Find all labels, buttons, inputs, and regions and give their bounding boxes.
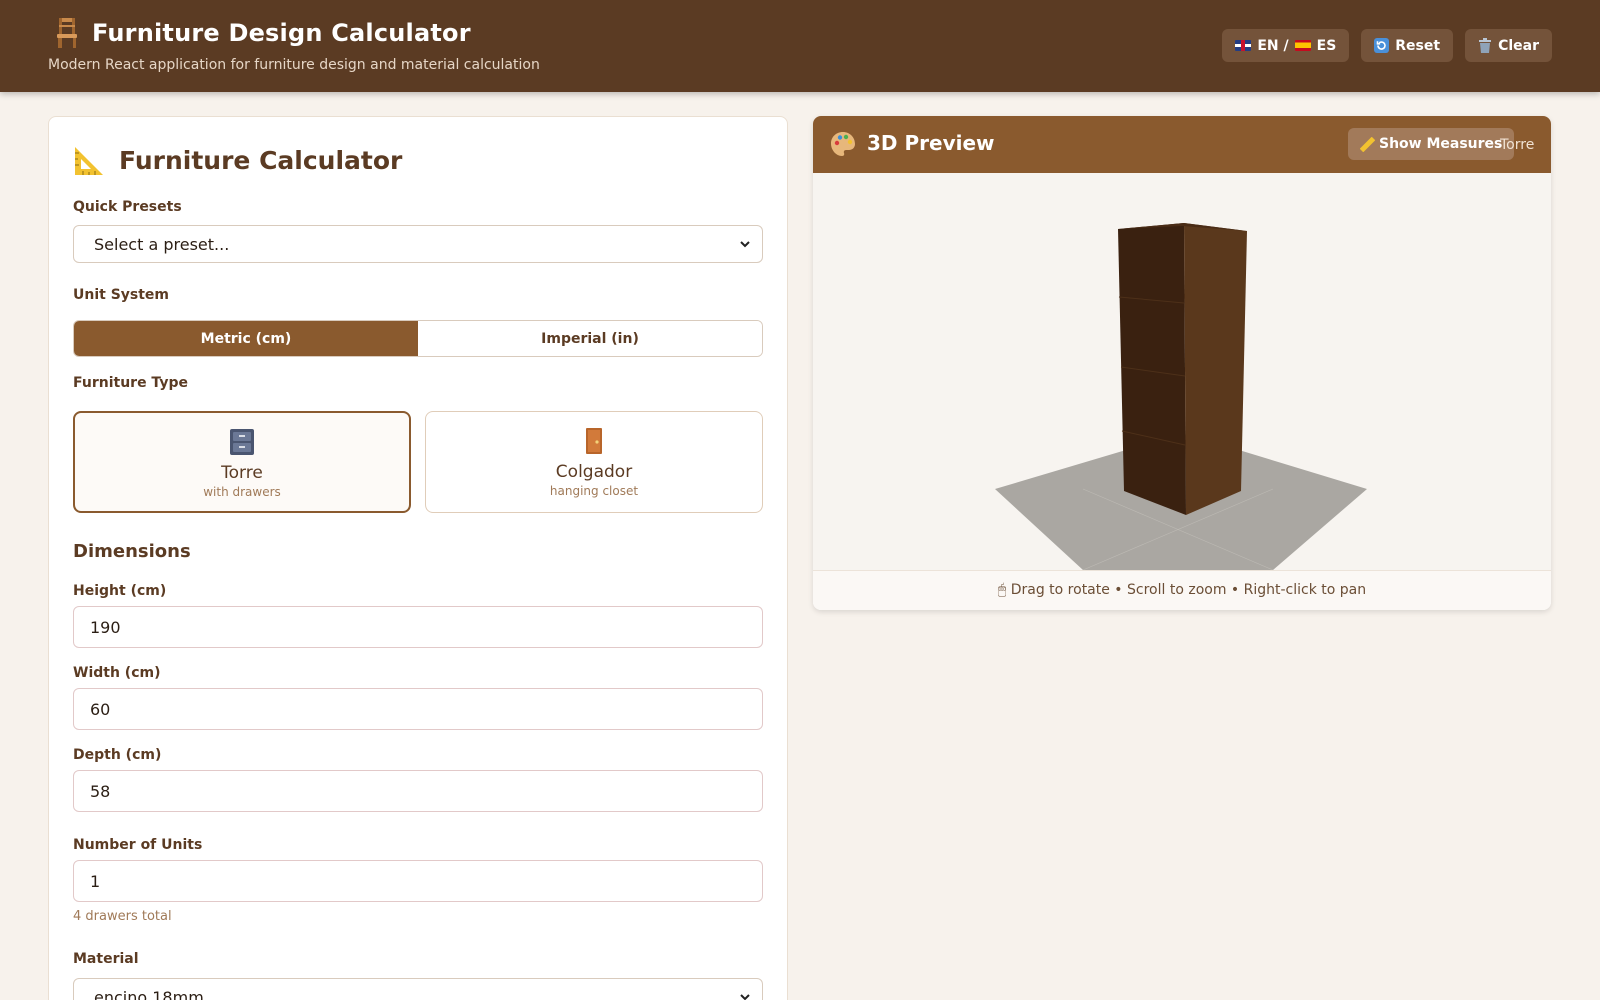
material-select[interactable]: encino 18mm bbox=[73, 978, 763, 1000]
language-toggle-label: EN / bbox=[1257, 37, 1289, 54]
furniture-type-label: Furniture Type bbox=[73, 375, 188, 391]
depth-input[interactable]: 58 bbox=[73, 770, 763, 812]
viewport-hint-text: Drag to rotate • Scroll to zoom • Right-… bbox=[1010, 582, 1367, 598]
uk-flag-icon bbox=[1235, 40, 1252, 51]
chevron-down-icon bbox=[740, 994, 750, 1000]
show-measures-label: Show Measures bbox=[1379, 136, 1503, 152]
furniture-calculator-card: Furniture Calculator Quick Presets Selec… bbox=[48, 116, 788, 1000]
3d-scene bbox=[995, 223, 1367, 571]
reset-button[interactable]: Reset bbox=[1361, 29, 1454, 62]
unit-metric-option[interactable]: Metric (cm) bbox=[74, 321, 418, 356]
door-icon bbox=[586, 428, 602, 454]
card-title-row: Furniture Calculator bbox=[73, 143, 402, 177]
show-measures-button[interactable]: Show Measures bbox=[1348, 128, 1515, 160]
type-sub-colgador: hanging closet bbox=[549, 484, 639, 498]
presets-select[interactable]: Select a preset... bbox=[73, 225, 763, 263]
material-label: Material bbox=[73, 951, 139, 967]
card-title: Furniture Calculator bbox=[119, 145, 403, 175]
type-option-torre[interactable]: Torre with drawers bbox=[73, 411, 411, 513]
palette-icon bbox=[831, 132, 855, 156]
type-name-torre: Torre bbox=[221, 463, 263, 483]
header-actions: EN / ES Reset Clear bbox=[1222, 29, 1552, 62]
material-select-value: encino 18mm bbox=[94, 987, 204, 1000]
reset-label: Reset bbox=[1395, 37, 1441, 54]
unit-system-label: Unit System bbox=[73, 287, 170, 303]
width-label: Width (cm) bbox=[73, 665, 161, 681]
es-flag-icon bbox=[1294, 40, 1311, 51]
viewport-hint: 🖱 Drag to rotate • Scroll to zoom • Righ… bbox=[813, 570, 1551, 610]
app-header: Furniture Design Calculator Modern React… bbox=[0, 0, 1600, 92]
height-input[interactable]: 190 bbox=[73, 606, 763, 648]
app-title: Furniture Design Calculator bbox=[92, 19, 471, 47]
ruler-icon bbox=[1360, 136, 1375, 152]
cabinet-side-face bbox=[1184, 223, 1247, 515]
language-es-label: ES bbox=[1316, 37, 1337, 54]
3d-viewport[interactable] bbox=[813, 173, 1551, 571]
unit-imperial-option[interactable]: Imperial (in) bbox=[418, 321, 762, 356]
units-label: Number of Units bbox=[73, 837, 203, 853]
type-sub-torre: with drawers bbox=[203, 485, 281, 499]
preview-card: 3D Preview Show Measures Torre 🖱 Drag to… bbox=[813, 116, 1551, 610]
type-option-colgador[interactable]: Colgador hanging closet bbox=[425, 411, 763, 513]
triangular-ruler-icon bbox=[75, 147, 103, 175]
chair-icon bbox=[57, 18, 77, 48]
drawers-hint: 4 drawers total bbox=[73, 909, 172, 924]
trash-icon bbox=[1479, 38, 1492, 53]
unit-system-toggle: Metric (cm) Imperial (in) bbox=[73, 320, 763, 357]
units-input[interactable]: 1 bbox=[73, 860, 763, 902]
filing-cabinet-icon bbox=[230, 429, 254, 455]
presets-select-value: Select a preset... bbox=[94, 234, 230, 254]
type-name-colgador: Colgador bbox=[555, 462, 633, 482]
width-input[interactable]: 60 bbox=[73, 688, 763, 730]
presets-label: Quick Presets bbox=[73, 199, 182, 215]
preview-type-label: Torre bbox=[1500, 137, 1535, 153]
language-toggle-button[interactable]: EN / ES bbox=[1222, 29, 1350, 62]
reset-icon bbox=[1374, 38, 1390, 53]
chevron-down-icon bbox=[740, 241, 750, 248]
app-title-row: Furniture Design Calculator bbox=[52, 16, 471, 50]
app-subtitle: Modern React application for furniture d… bbox=[48, 57, 540, 73]
depth-label: Depth (cm) bbox=[73, 747, 162, 763]
dimensions-title: Dimensions bbox=[73, 541, 191, 562]
height-label: Height (cm) bbox=[73, 583, 167, 599]
preview-title: 3D Preview bbox=[867, 131, 995, 155]
clear-button[interactable]: Clear bbox=[1465, 29, 1552, 62]
preview-header: 3D Preview Show Measures Torre bbox=[813, 116, 1551, 173]
cabinet-front-face bbox=[1118, 223, 1186, 515]
mouse-icon: 🖱 bbox=[997, 582, 1007, 598]
clear-label: Clear bbox=[1498, 37, 1539, 54]
